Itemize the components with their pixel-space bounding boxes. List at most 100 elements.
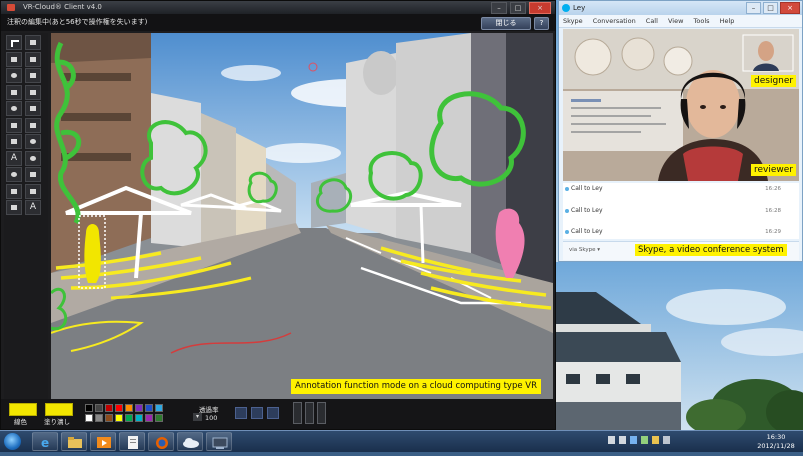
line-color-label: 線色: [14, 418, 27, 426]
line-arrow-tool-icon[interactable]: [25, 167, 41, 182]
clock-date[interactable]: 2012/11/28: [756, 442, 796, 450]
language-bar-icon[interactable]: [608, 436, 615, 444]
skype-menu-skype[interactable]: Skype: [563, 17, 583, 25]
minimize-button[interactable]: –: [491, 2, 507, 14]
palette-color-swatch[interactable]: [155, 404, 163, 412]
start-button[interactable]: [4, 433, 21, 450]
fill-color-label: 塗り潰し: [44, 418, 70, 426]
polygon-tool-icon[interactable]: [25, 51, 41, 67]
close-annotation-button[interactable]: 閉じる: [481, 17, 531, 30]
volume-icon[interactable]: [641, 436, 648, 444]
select-arrow-tool-icon[interactable]: [6, 35, 22, 50]
text-a-tool-icon[interactable]: A: [6, 150, 22, 166]
svg-text:e: e: [41, 436, 49, 450]
call-history-item[interactable]: Call to Ley: [571, 207, 603, 214]
skype-maximize-button[interactable]: □: [763, 2, 778, 14]
system-tray: [608, 436, 670, 444]
skype-menu-view[interactable]: View: [668, 17, 683, 25]
palette-color-swatch[interactable]: [115, 404, 123, 412]
skype-close-button[interactable]: ×: [780, 2, 800, 14]
internet-explorer-icon[interactable]: e: [32, 432, 58, 451]
battery-icon[interactable]: [652, 436, 659, 444]
annotation-tool-palette: AA: [4, 33, 48, 399]
vr-titlebar: VR-Cloud® Client v4.0 – □ ×: [1, 1, 555, 14]
palette-color-swatch[interactable]: [155, 414, 163, 422]
fill-color-button[interactable]: [45, 403, 73, 416]
skype-menu-tools[interactable]: Tools: [694, 17, 710, 25]
skype-window: Ley – □ × Skype Conversation Call View T…: [558, 0, 803, 262]
castle-wallpaper-image: [556, 262, 803, 430]
via-skype-select[interactable]: via Skype ▾: [569, 247, 600, 253]
line-color-button[interactable]: [9, 403, 37, 416]
text-small-tool-icon[interactable]: A: [25, 200, 41, 215]
skype-minimize-button[interactable]: –: [746, 2, 761, 14]
palette-color-swatch[interactable]: [125, 414, 133, 422]
box-a-tool-icon[interactable]: [25, 183, 41, 199]
palette-color-swatch[interactable]: [125, 404, 133, 412]
layer-mid-button[interactable]: [251, 407, 263, 419]
explorer-folder-icon[interactable]: [61, 432, 87, 451]
call-icon: [565, 230, 569, 234]
line-medium-button[interactable]: [305, 402, 314, 424]
rectangle-tool-icon[interactable]: [25, 68, 41, 83]
circle-tool-icon[interactable]: [25, 134, 41, 149]
palette-color-swatch[interactable]: [135, 414, 143, 422]
call-history-item[interactable]: Call to Ley: [571, 228, 603, 235]
maximize-button[interactable]: □: [510, 2, 526, 14]
diamond-tool-icon[interactable]: [25, 101, 41, 116]
vr-app-icon: [7, 4, 15, 11]
cross-tool-icon[interactable]: [25, 84, 41, 100]
skype-system-label: Skype, a video conference system: [635, 244, 787, 256]
vr-client-taskbar-icon[interactable]: [206, 432, 232, 451]
burst-star-tool-icon[interactable]: [6, 68, 22, 83]
star-tool-icon[interactable]: [6, 101, 22, 116]
callout-box-tool-icon[interactable]: [6, 134, 22, 149]
arrow-right-tool-icon[interactable]: [6, 117, 22, 133]
cloud-app-icon[interactable]: [177, 432, 203, 451]
palette-color-swatch[interactable]: [145, 404, 153, 412]
skype-menubar: Skype Conversation Call View Tools Help: [559, 15, 802, 28]
curve-tool-icon[interactable]: [6, 51, 22, 67]
callout-cloud-tool-icon[interactable]: [25, 117, 41, 133]
skype-menu-help[interactable]: Help: [720, 17, 735, 25]
freehand-pen-tool-icon[interactable]: [25, 35, 41, 50]
triangle-tool-icon[interactable]: [6, 84, 22, 100]
call-history-item[interactable]: Call to Ley: [571, 185, 603, 192]
palette-color-swatch[interactable]: [105, 414, 113, 422]
annotation-bottom-toolbar: 線色 塗り潰し 透過率 ▾ 100: [1, 399, 555, 429]
palette-color-swatch[interactable]: [105, 404, 113, 412]
palette-color-swatch[interactable]: [85, 414, 93, 422]
palette-color-swatch[interactable]: [115, 414, 123, 422]
firefox-icon[interactable]: [148, 432, 174, 451]
opacity-stepper[interactable]: ▾: [193, 413, 202, 421]
box-b-tool-icon[interactable]: [6, 200, 22, 215]
call-history: Call to Ley 16:26 Call to Ley 16:28 Call…: [563, 183, 799, 239]
opacity-value: 100: [205, 414, 218, 422]
cloud-tool-icon[interactable]: [25, 150, 41, 166]
reviewer-video-image: [563, 29, 799, 181]
skype-menu-conversation[interactable]: Conversation: [593, 17, 636, 25]
palette-color-swatch[interactable]: [85, 404, 93, 412]
layer-back-button[interactable]: [235, 407, 247, 419]
line-thin-button[interactable]: [293, 402, 302, 424]
help-button[interactable]: ?: [534, 17, 549, 30]
ime-icon[interactable]: [619, 436, 626, 444]
vr-street-viewport[interactable]: [51, 33, 553, 399]
network-icon[interactable]: [630, 436, 637, 444]
palette-color-swatch[interactable]: [135, 404, 143, 412]
window-close-button[interactable]: ×: [529, 2, 551, 14]
palette-color-swatch[interactable]: [95, 404, 103, 412]
document-icon[interactable]: [119, 432, 145, 451]
layer-front-button[interactable]: [267, 407, 279, 419]
flag-icon[interactable]: [663, 436, 670, 444]
skype-window-title: Ley: [573, 4, 586, 12]
palette-color-swatch[interactable]: [145, 414, 153, 422]
cloud-alt-tool-icon[interactable]: [6, 167, 22, 182]
palette-color-swatch[interactable]: [95, 414, 103, 422]
clock-time[interactable]: 16:30: [756, 433, 796, 441]
line-alt-tool-icon[interactable]: [6, 183, 22, 199]
skype-menu-call[interactable]: Call: [646, 17, 658, 25]
media-player-icon[interactable]: [90, 432, 116, 451]
call-time: 16:28: [765, 208, 781, 214]
line-thick-button[interactable]: [317, 402, 326, 424]
